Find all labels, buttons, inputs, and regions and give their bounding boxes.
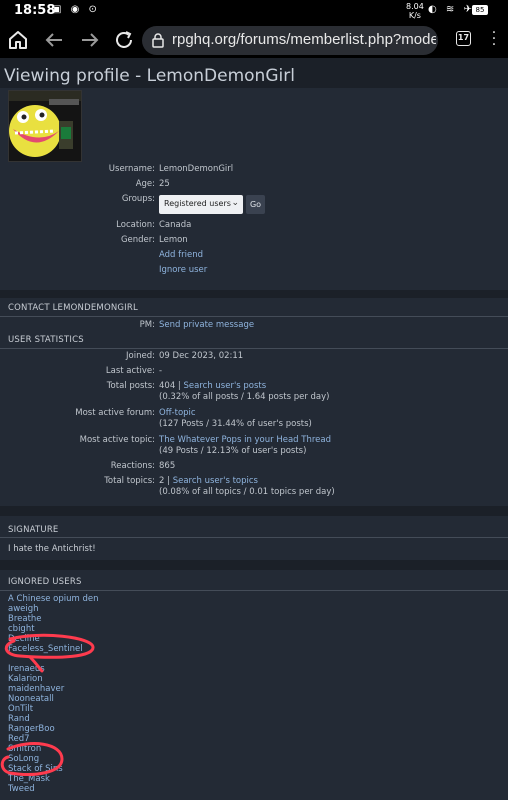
battery-icon: 85 xyxy=(472,5,488,15)
ignored-user-link[interactable]: Smitron xyxy=(8,744,41,754)
status-time: 18:58 xyxy=(14,3,56,18)
ignored-user-link[interactable]: Breathe xyxy=(8,614,42,624)
ignored-user-link[interactable]: Tweed xyxy=(8,784,35,794)
age-value: 25 xyxy=(159,179,170,189)
divider xyxy=(0,537,508,538)
location-value: Canada xyxy=(159,220,192,230)
total-topics-value: 2 | xyxy=(159,476,170,486)
chevron-down-icon: ⌄ xyxy=(231,198,239,208)
username-label: Username: xyxy=(108,164,155,174)
notification-icons: ▣ ◉ ⊙ xyxy=(52,4,100,15)
divider xyxy=(0,348,508,349)
age-label: Age: xyxy=(135,179,155,189)
lock-icon xyxy=(152,33,164,48)
ignored-user-link[interactable]: Faceless_Sentinel xyxy=(8,644,83,654)
ignored-user-link[interactable]: Decline xyxy=(8,634,40,644)
groups-label: Groups: xyxy=(121,194,155,204)
page-title: Viewing profile - LemonDemonGirl xyxy=(4,66,295,86)
page-content: Viewing profile - LemonDemonGirl Usernam… xyxy=(0,58,508,800)
back-arrow-icon[interactable] xyxy=(42,28,66,52)
url-text: rpghq.org/forums/memberlist.php?mode=vie… xyxy=(172,31,436,48)
search-posts-link[interactable]: Search user's posts xyxy=(184,381,267,391)
ignored-user-link[interactable]: Red7 xyxy=(8,734,30,744)
reload-icon[interactable] xyxy=(112,28,136,52)
divider xyxy=(0,590,508,591)
groups-select[interactable]: Registered users ⌄ xyxy=(159,195,243,214)
ignored-user-link[interactable]: aweigh xyxy=(8,604,39,614)
total-topics-label: Total topics: xyxy=(104,476,155,486)
connectivity-icons: ◐ ≋ ✈ xyxy=(428,4,475,15)
ignored-user-link[interactable]: Rand xyxy=(8,714,30,724)
ignored-user-link[interactable]: A Chinese opium den xyxy=(8,594,99,604)
username-value: LemonDemonGirl xyxy=(159,164,234,174)
ignored-user-link[interactable]: Nooneatall xyxy=(8,694,54,704)
avatar xyxy=(8,90,82,162)
ignored-user-link[interactable]: Stack of Sins xyxy=(8,764,63,774)
search-topics-link[interactable]: Search user's topics xyxy=(173,476,258,486)
network-rate: 8.04 K/s xyxy=(406,2,424,20)
pm-label: PM: xyxy=(139,320,155,330)
add-friend-link[interactable]: Add friend xyxy=(159,250,203,260)
total-posts-value: 404 | xyxy=(159,381,181,391)
reactions-value: 865 xyxy=(159,461,176,471)
forward-arrow-icon[interactable] xyxy=(78,28,102,52)
ignore-user-link[interactable]: Ignore user xyxy=(159,265,207,275)
total-posts-label: Total posts: xyxy=(106,381,155,391)
active-topic-link[interactable]: The Whatever Pops in your Head Thread xyxy=(159,435,331,446)
ignored-user-link[interactable]: maidenhaver xyxy=(8,684,64,694)
gender-value: Lemon xyxy=(159,235,188,245)
active-topic-label: Most active topic: xyxy=(79,435,155,445)
ignored-user-link[interactable]: SoLong xyxy=(8,754,39,764)
total-topics-sub: (0.08% of all topics / 0.01 topics per d… xyxy=(159,487,335,497)
active-forum-link[interactable]: Off-topic xyxy=(159,408,196,419)
gender-label: Gender: xyxy=(120,235,155,245)
ignored-users-panel xyxy=(0,570,508,800)
go-button[interactable]: Go xyxy=(246,195,265,214)
last-active-label: Last active: xyxy=(105,366,155,376)
signature-text: I hate the Antichrist! xyxy=(8,544,96,554)
reactions-label: Reactions: xyxy=(110,461,155,471)
total-posts-sub: (0.32% of all posts / 1.64 posts per day… xyxy=(159,392,330,402)
ignored-user-link[interactable]: The_Mask xyxy=(8,774,50,784)
address-bar[interactable]: rpghq.org/forums/memberlist.php?mode=vie… xyxy=(142,26,438,55)
ignored-user-link[interactable]: cbight xyxy=(8,624,35,634)
joined-value: 09 Dec 2023, 02:11 xyxy=(159,351,244,361)
location-label: Location: xyxy=(116,220,155,230)
tab-count-button[interactable]: 17 xyxy=(456,31,471,46)
contact-heading: CONTACT LEMONDEMONGIRL xyxy=(8,303,138,313)
active-forum-label: Most active forum: xyxy=(75,408,155,418)
stats-heading: USER STATISTICS xyxy=(8,335,84,345)
browser-toolbar: rpghq.org/forums/memberlist.php?mode=vie… xyxy=(0,22,508,58)
home-icon[interactable] xyxy=(6,28,30,52)
signature-heading: SIGNATURE xyxy=(8,525,59,535)
ignored-user-link[interactable]: RangerBoo xyxy=(8,724,55,734)
ignored-users-heading: IGNORED USERS xyxy=(8,577,82,587)
ignored-user-link[interactable]: Irenaeus xyxy=(8,664,45,674)
active-topic-sub: (49 Posts / 12.13% of user's posts) xyxy=(159,446,307,456)
ignored-user-link[interactable]: OnTilt xyxy=(8,704,33,714)
overflow-menu-icon[interactable]: · · · xyxy=(486,26,502,52)
last-active-value: - xyxy=(159,366,163,376)
ignored-user-link[interactable]: Kalarion xyxy=(8,674,43,684)
send-pm-link[interactable]: Send private message xyxy=(159,320,254,331)
active-forum-sub: (127 Posts / 31.44% of user's posts) xyxy=(159,419,312,429)
divider xyxy=(0,316,508,317)
joined-label: Joined: xyxy=(126,351,155,361)
status-bar: 18:58 ▣ ◉ ⊙ 8.04 K/s ◐ ≋ ✈ 85 xyxy=(0,0,508,22)
